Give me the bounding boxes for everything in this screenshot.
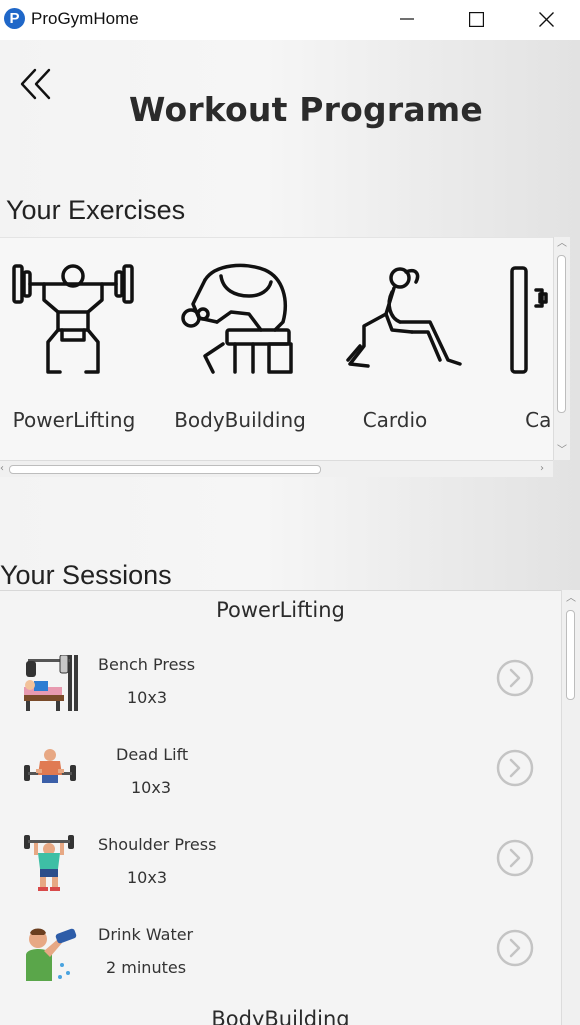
exercise-card-bodybuilding[interactable]: BodyBuilding (165, 238, 315, 460)
session-detail: 10x3 (127, 688, 168, 707)
exercise-label-bodybuilding: BodyBuilding (174, 408, 306, 432)
calisthenics-icon (510, 266, 548, 374)
exercise-label-powerlifting: PowerLifting (12, 408, 136, 432)
session-name: Shoulder Press (98, 835, 217, 854)
exercise-card-calisthenics[interactable]: Calis (476, 238, 553, 460)
session-name: Dead Lift (116, 745, 189, 764)
window-titlebar: P ProGymHome (0, 0, 580, 38)
sessions-heading: Your Sessions (0, 560, 172, 590)
session-detail: 2 minutes (106, 958, 187, 977)
page-title: Workout Programe (129, 90, 483, 129)
minimize-button[interactable] (372, 0, 442, 38)
exercise-vertical-scrollbar[interactable]: ︿ ﹀ (553, 237, 570, 460)
minimize-icon (400, 18, 414, 20)
scroll-right-icon[interactable]: › (540, 464, 544, 474)
chevron-right-circle-icon[interactable] (496, 929, 534, 967)
close-icon (538, 11, 554, 27)
sessions-list[interactable]: PowerLifting Bench Press 10x3 Dead Lift … (0, 590, 561, 1025)
exercise-label-calisthenics: Calis (525, 408, 553, 432)
scroll-left-icon[interactable]: ‹ (0, 464, 4, 474)
exercise-horizontal-scrollbar[interactable]: ‹ › (0, 460, 553, 477)
chevron-right-circle-icon[interactable] (496, 749, 534, 787)
maximize-icon (468, 11, 484, 27)
scroll-up-icon[interactable]: ︿ (566, 594, 576, 604)
app-logo-icon: P (4, 8, 25, 29)
bench-press-icon (24, 655, 78, 711)
session-detail: 10x3 (127, 868, 168, 887)
deadlift-icon (24, 749, 76, 783)
sessions-vertical-scroll-thumb[interactable] (566, 610, 575, 700)
exercise-label-cardio: Cardio (362, 408, 428, 432)
exercise-card-cardio[interactable]: Cardio (320, 238, 470, 460)
exercise-carousel[interactable]: PowerLifting BodyBuilding Cardio Ca (0, 237, 553, 460)
session-group-title: BodyBuilding (211, 1007, 350, 1025)
chevron-right-circle-icon[interactable] (496, 839, 534, 877)
session-name: Bench Press (98, 655, 196, 674)
maximize-button[interactable] (441, 0, 511, 38)
session-item-bench-press[interactable]: Bench Press 10x3 (0, 655, 561, 745)
exercise-card-powerlifting[interactable]: PowerLifting (0, 238, 150, 460)
session-name: Drink Water (98, 925, 194, 944)
drink-water-icon (26, 928, 77, 981)
session-item-drink-water[interactable]: Drink Water 2 minutes (0, 925, 561, 1015)
chevron-right-circle-icon[interactable] (496, 659, 534, 697)
lunge-icon (346, 267, 462, 368)
close-button[interactable] (511, 0, 580, 38)
window-title: ProGymHome (31, 9, 139, 28)
squat-barbell-icon (12, 264, 134, 374)
scroll-down-icon[interactable]: ﹀ (557, 446, 567, 456)
sessions-vertical-scrollbar[interactable]: ︿ (561, 590, 580, 1025)
scroll-up-icon[interactable]: ︿ (557, 239, 567, 249)
session-group-title: PowerLifting (216, 598, 345, 622)
exercise-horizontal-scroll-thumb[interactable] (9, 465, 321, 474)
shoulder-press-icon (24, 835, 74, 891)
exercises-heading: Your Exercises (6, 195, 186, 225)
exercise-vertical-scroll-thumb[interactable] (557, 255, 566, 413)
session-item-shoulder-press[interactable]: Shoulder Press 10x3 (0, 835, 561, 925)
bicep-curl-icon (181, 263, 293, 374)
session-item-dead-lift[interactable]: Dead Lift 10x3 (0, 745, 561, 835)
session-detail: 10x3 (131, 778, 172, 797)
